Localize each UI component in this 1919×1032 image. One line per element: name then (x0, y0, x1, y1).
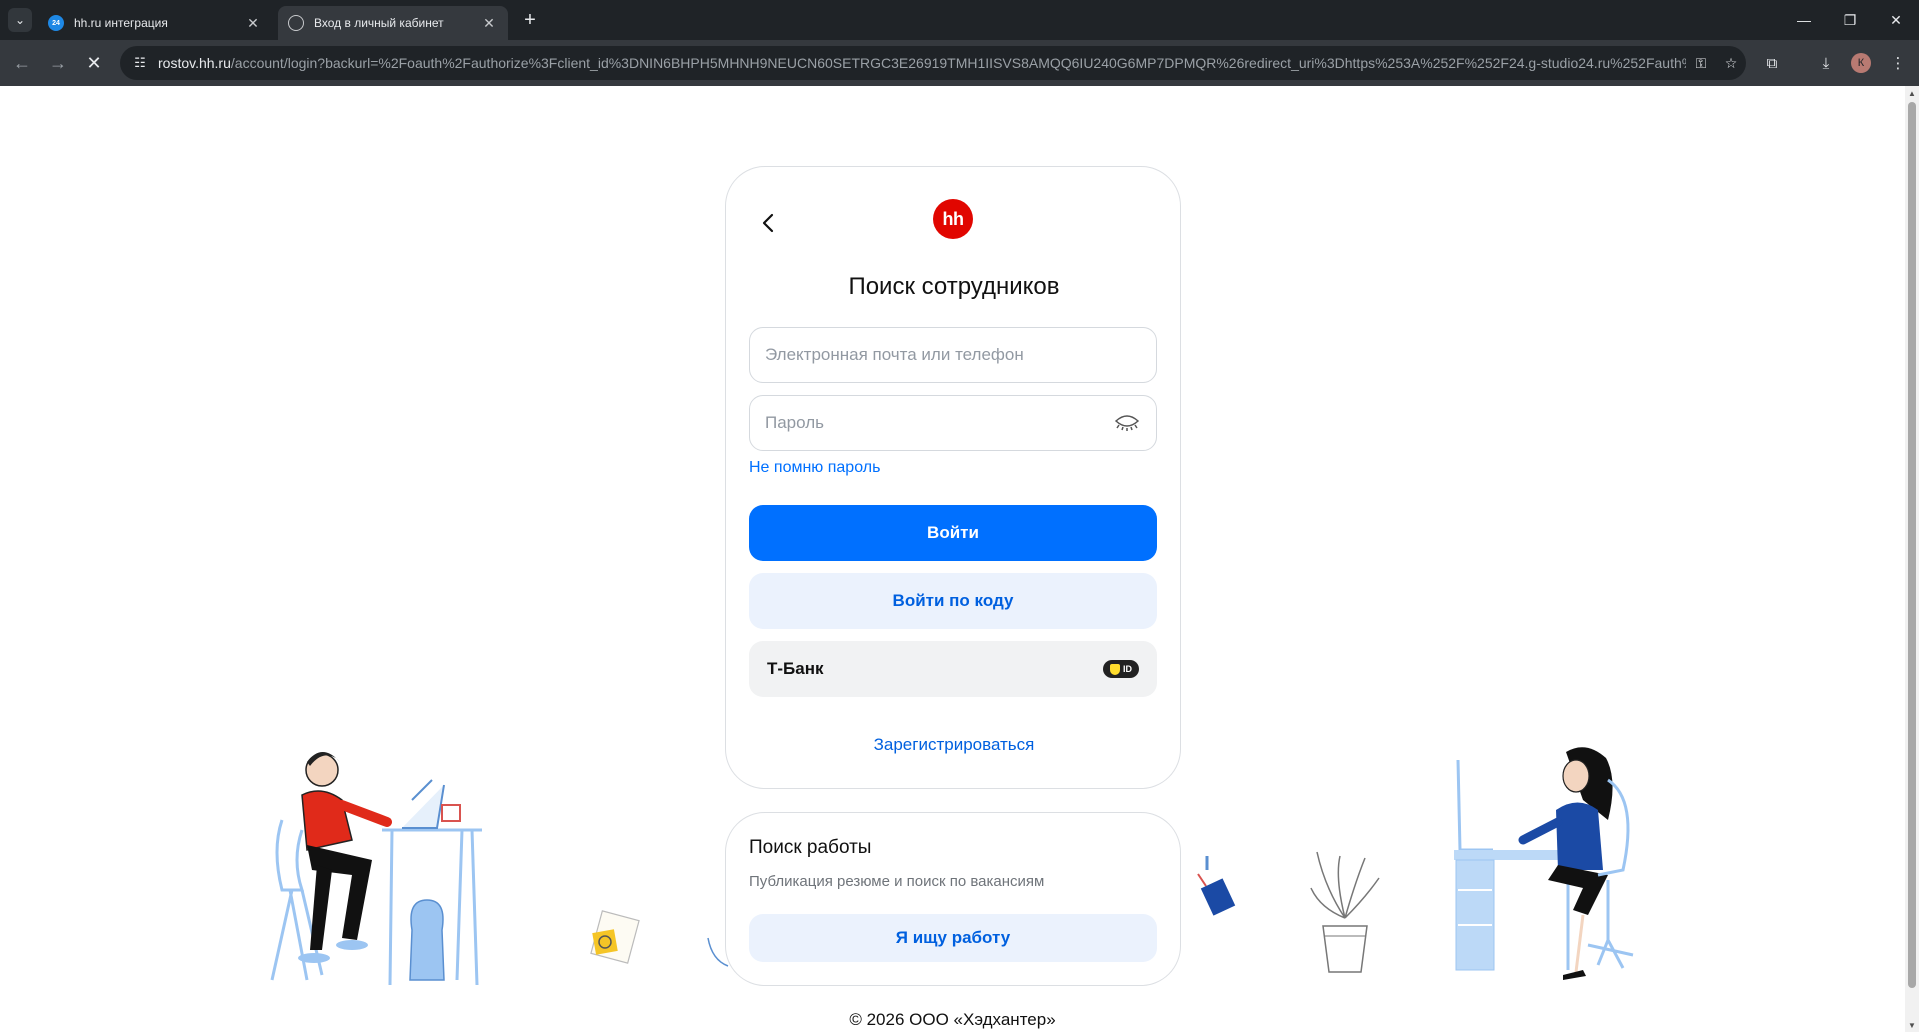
login-button[interactable]: Войти (749, 505, 1157, 561)
chevron-left-icon[interactable] (754, 209, 782, 237)
avatar[interactable]: К (1851, 53, 1871, 73)
woman-at-desk-illustration (1454, 747, 1634, 980)
tab-list-icon[interactable]: ⌄ (8, 8, 32, 32)
stop-loading-icon[interactable]: ✕ (80, 49, 108, 77)
forgot-password-link[interactable]: Не помню пароль (749, 459, 880, 477)
plant-illustration (1310, 851, 1380, 973)
close-icon[interactable]: ✕ (244, 14, 262, 32)
page-title: Поиск сотрудников (848, 273, 1060, 300)
back-arrow-icon[interactable]: ← (8, 49, 36, 77)
tab-login[interactable]: Вход в личный кабинет ✕ (278, 6, 508, 40)
close-icon[interactable]: ✕ (480, 14, 498, 32)
plus-icon[interactable]: + (518, 9, 542, 33)
tab-title: Вход в личный кабинет (314, 16, 444, 30)
password-input[interactable] (765, 413, 1113, 433)
leaf-illustration (707, 937, 729, 967)
tbank-login-button[interactable]: Т-Банк ID (749, 641, 1157, 697)
bitrix24-favicon-icon: 24 (48, 15, 64, 31)
tab-hh-integration[interactable]: 24 hh.ru интеграция ✕ (38, 6, 272, 40)
site-info-icon[interactable]: ☷ (128, 51, 152, 75)
login-by-code-button[interactable]: Войти по коду (749, 573, 1157, 629)
browser-toolbar: ← → ✕ ☷ rostov.hh.ru/account/login?backu… (0, 40, 1919, 86)
job-search-title: Поиск работы (749, 837, 872, 858)
tab-title: hh.ru интеграция (74, 16, 168, 30)
tbank-id-badge: ID (1103, 660, 1139, 678)
password-key-icon[interactable]: ⚿ (1686, 49, 1716, 77)
scrollbar[interactable]: ▲ ▼ (1905, 86, 1919, 1032)
password-field[interactable] (749, 395, 1157, 451)
scroll-up-icon[interactable]: ▲ (1905, 86, 1919, 100)
restore-icon[interactable]: ❐ (1828, 6, 1872, 34)
email-input[interactable] (765, 345, 1141, 365)
address-bar[interactable]: ☷ rostov.hh.ru/account/login?backurl=%2F… (120, 46, 1746, 80)
download-icon[interactable]: ⤓ (1812, 50, 1840, 76)
tab-strip: ⌄ 24 hh.ru интеграция ✕ Вход в личный ка… (0, 0, 1919, 40)
shield-icon (1110, 663, 1120, 675)
job-search-card: Поиск работы Публикация резюме и поиск п… (725, 812, 1181, 986)
register-link[interactable]: Зарегистрироваться (726, 735, 1182, 755)
copyright: © 2026 ООО «Хэдхантер» (849, 1010, 1056, 1029)
forward-arrow-icon[interactable]: → (44, 49, 72, 77)
job-search-subtitle: Публикация резюме и поиск по вакансиям (749, 873, 1045, 890)
tbank-label: Т-Банк (767, 659, 824, 678)
loading-favicon-icon (288, 15, 304, 31)
close-window-icon[interactable]: ✕ (1874, 6, 1918, 34)
extensions-icon[interactable]: ⧉ (1758, 50, 1786, 76)
email-field[interactable] (749, 327, 1157, 383)
eye-closed-icon[interactable] (1113, 411, 1141, 435)
star-icon[interactable]: ☆ (1716, 49, 1746, 77)
hh-logo[interactable]: hh (933, 199, 973, 239)
man-at-laptop-illustration (270, 752, 482, 986)
notepad-illustration (590, 910, 640, 964)
scroll-down-icon[interactable]: ▼ (1905, 1018, 1919, 1032)
scroll-thumb[interactable] (1908, 102, 1916, 988)
find-job-button[interactable]: Я ищу работу (749, 914, 1157, 962)
book-illustration (1197, 856, 1236, 916)
url-text[interactable]: rostov.hh.ru/account/login?backurl=%2Foa… (158, 55, 1686, 71)
login-card: hh Поиск сотрудников Не помню пароль Вой… (725, 166, 1181, 789)
minimize-icon[interactable]: — (1782, 6, 1826, 34)
menu-icon[interactable]: ⋮ (1884, 50, 1912, 76)
